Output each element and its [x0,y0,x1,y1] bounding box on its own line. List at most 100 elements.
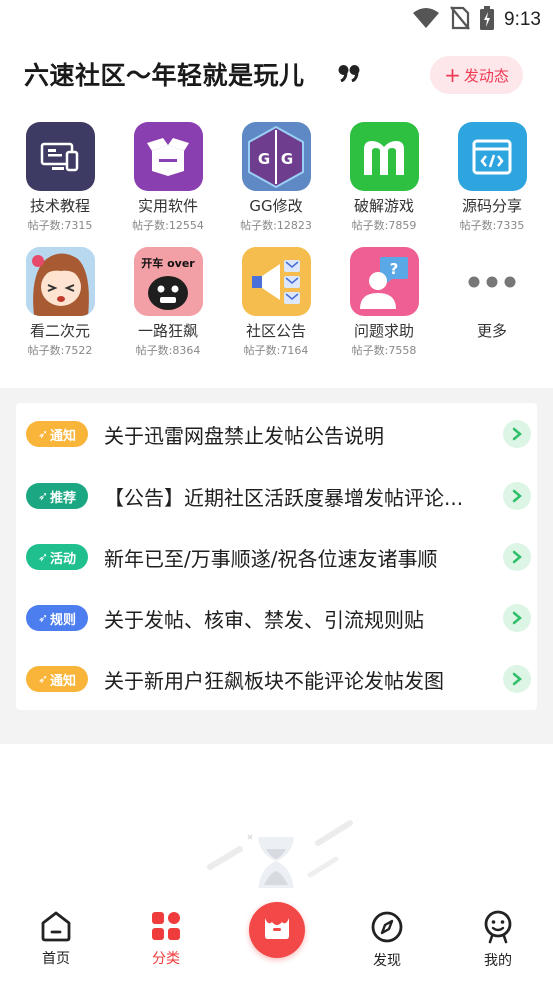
notice-item[interactable]: ➶ 推荐 【公告】近期社区活跃度暴增发帖评论... [26,473,531,519]
category-label: 一路狂飙 [137,322,198,340]
notice-title: 【公告】近期社区活跃度暴增发帖评论... [104,485,464,510]
wifi-icon [412,7,440,33]
notice-item[interactable]: ➶ 通知 关于迅雷网盘禁止发帖公告说明 [26,411,531,457]
notice-item[interactable]: ➶ 通知 关于新用户狂飙板块不能评论发帖发图 [26,656,531,702]
category-post-count: 帖子数:7522 [27,344,93,357]
pin-icon: ➶ [37,611,49,625]
pin-icon: ➶ [37,427,49,441]
nav-label: 分类 [152,951,180,967]
post-button-label: 发动态 [463,66,509,85]
category-post-count: 帖子数:7859 [351,219,417,232]
svg-text:G: G [281,150,293,168]
notice-tag: ➶ 推荐 [26,483,88,509]
category-label: 更多 [476,322,507,340]
category-post-count: 帖子数:12554 [132,219,204,232]
notice-tag: ➶ 规则 [26,605,88,631]
category-label: 技术教程 [29,197,90,215]
chevron-right-icon[interactable] [503,543,531,571]
nav-profile[interactable]: 我的 [458,910,538,970]
category-label: 破解游戏 [353,197,414,215]
category-software[interactable]: 实用软件 帖子数:12554 [114,122,222,233]
status-icons: 9:13 [412,6,541,34]
nav-discover[interactable]: 发现 [347,910,427,970]
quote-icon [338,64,362,86]
notice-tag-label: 推荐 [50,490,77,506]
no-sim-icon [450,6,470,34]
nav-label: 首页 [42,951,70,967]
pin-icon: ➶ [37,550,49,564]
post-dynamic-button[interactable]: + 发动态 [430,56,523,94]
status-time: 9:13 [504,9,541,30]
profile-icon [482,910,514,948]
gg-icon: GG [241,122,311,191]
category-post-count: 帖子数:7335 [459,219,525,232]
category-gg-mod[interactable]: GG GG修改 帖子数:12823 [222,122,330,233]
category-label: 看二次元 [29,322,90,340]
header: 六速社区～年轻就是玩儿 + 发动态 [0,56,553,96]
category-label: 社区公告 [245,322,306,340]
notice-tag-label: 通知 [50,428,77,444]
compass-icon [370,911,404,948]
notice-tag: ➶ 通知 [26,421,88,447]
notice-list: ➶ 通知 关于迅雷网盘禁止发帖公告说明 ➶ 推荐 【公告】近期社区活跃度暴增发帖评论… [16,403,537,710]
more-dots-icon [457,247,527,316]
category-post-count: 帖子数:12823 [240,219,312,232]
category-post-count: 帖子数:7315 [27,219,93,232]
shop-icon [262,914,292,946]
home-icon [39,911,73,946]
notice-tag-label: 通知 [50,673,77,689]
m-game-icon [349,122,419,191]
chevron-right-icon[interactable] [503,665,531,693]
notice-title: 关于迅雷网盘禁止发帖公告说明 [104,423,384,448]
category-more[interactable]: 更多 [438,247,546,340]
meme-icon: 开车 over [133,247,203,316]
hourglass-loading-icon [200,815,360,895]
notice-title: 关于发帖、核审、禁发、引流规则贴 [104,607,424,632]
category-source-code[interactable]: 源码分享 帖子数:7335 [438,122,546,233]
svg-text:?: ? [390,260,399,278]
meme-caption: 开车 over [141,256,195,270]
category-speeding[interactable]: 开车 over 一路狂飙 帖子数:8364 [114,247,222,358]
notice-tag: ➶ 活动 [26,544,88,570]
category-label: 问题求助 [353,322,414,340]
pin-icon: ➶ [37,672,49,686]
help-icon: ? [349,247,419,316]
chevron-right-icon[interactable] [503,420,531,448]
anime-icon [25,247,95,316]
code-icon [457,122,527,191]
category-anime[interactable]: 看二次元 帖子数:7522 [6,247,114,358]
category-grid-icon [150,912,182,946]
notice-item[interactable]: ➶ 规则 关于发帖、核审、禁发、引流规则贴 [26,595,531,641]
notice-tag: ➶ 通知 [26,666,88,692]
bottom-nav: 首页 分类 发现 我的 [0,888,553,983]
pin-icon: ➶ [37,489,49,503]
status-bar: 9:13 [0,0,553,40]
notice-title: 关于新用户狂飙板块不能评论发帖发图 [104,668,444,693]
nav-home[interactable]: 首页 [16,910,96,968]
nav-label: 发现 [373,953,401,969]
category-post-count: 帖子数:7164 [243,344,309,357]
category-label: 源码分享 [461,197,522,215]
chevron-right-icon[interactable] [503,604,531,632]
notice-item[interactable]: ➶ 活动 新年已至/万事顺遂/祝各位速友诸事顺 [26,534,531,580]
category-label: 实用软件 [137,197,198,215]
category-label: GG修改 [249,197,303,215]
category-help[interactable]: ? 问题求助 帖子数:7558 [330,247,438,358]
category-announcements[interactable]: 社区公告 帖子数:7164 [222,247,330,358]
chevron-right-icon[interactable] [503,482,531,510]
notice-tag-label: 规则 [50,612,77,628]
page-title: 六速社区～年轻就是玩儿 [24,61,305,90]
megaphone-icon [241,247,311,316]
box-icon [133,122,203,191]
category-cracked-games[interactable]: 破解游戏 帖子数:7859 [330,122,438,233]
nav-center-shop-button[interactable] [249,902,305,958]
nav-label: 我的 [484,953,512,969]
svg-text:G: G [258,150,270,168]
category-tech-tutorial[interactable]: 技术教程 帖子数:7315 [6,122,114,233]
computer-icon [25,122,95,191]
category-post-count: 帖子数:8364 [135,344,201,357]
nav-category[interactable]: 分类 [126,910,206,968]
plus-icon: + [444,63,461,87]
notice-title: 新年已至/万事顺遂/祝各位速友诸事顺 [104,546,438,571]
notice-tag-label: 活动 [50,551,77,567]
